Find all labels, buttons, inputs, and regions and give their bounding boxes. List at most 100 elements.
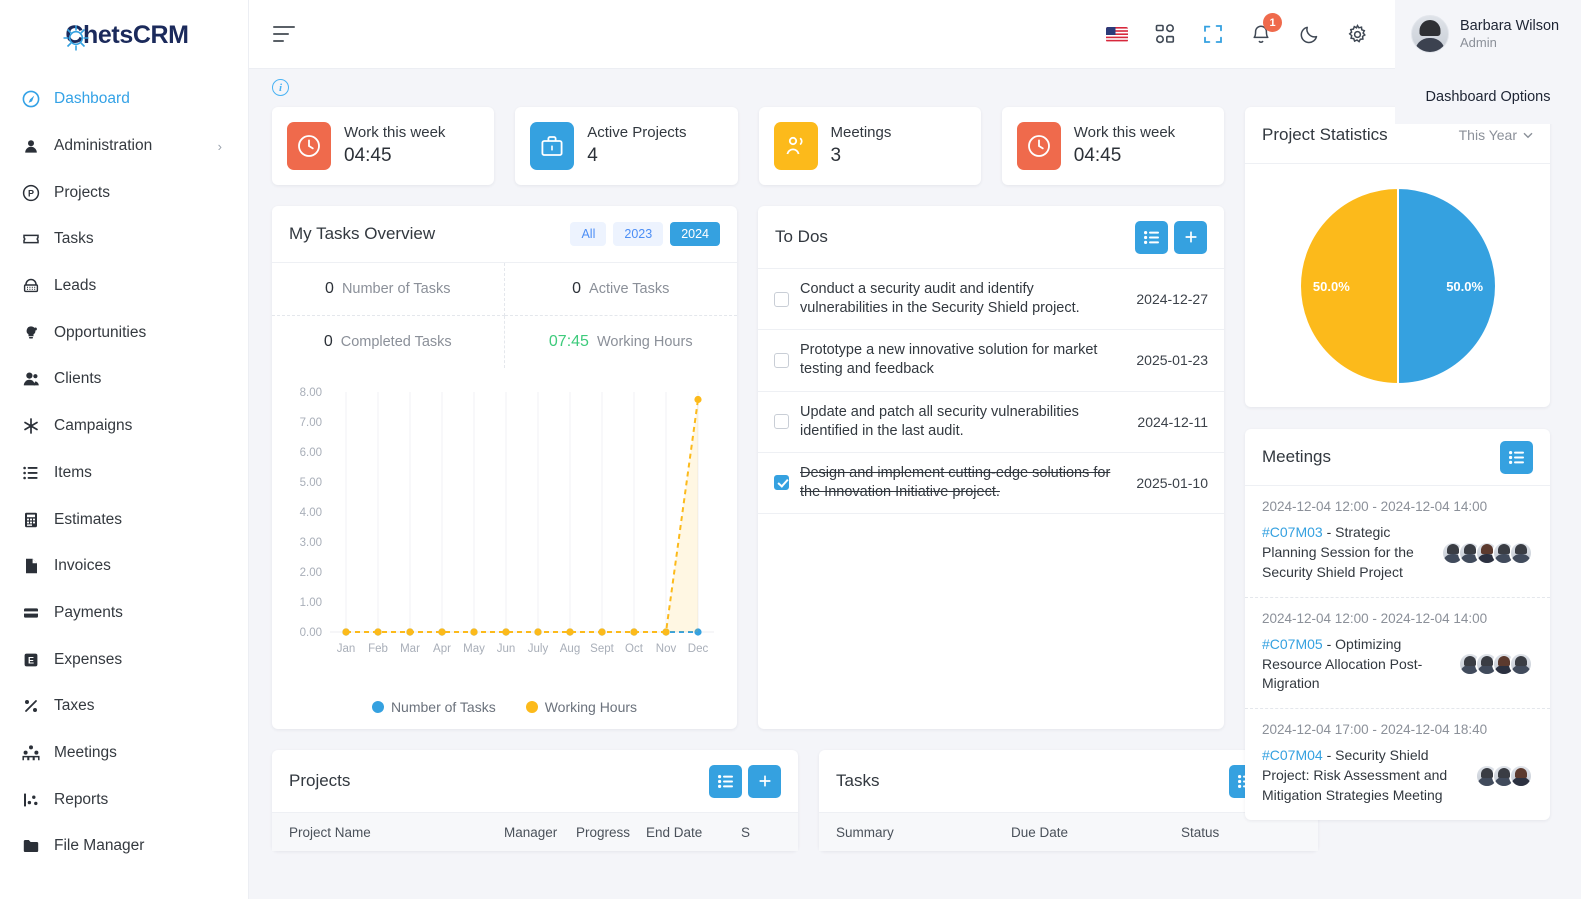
legend-label: Working Hours bbox=[544, 699, 638, 715]
svg-text:Nov: Nov bbox=[656, 643, 677, 655]
dark-mode-moon-icon[interactable] bbox=[1297, 22, 1321, 46]
apps-grid-icon[interactable] bbox=[1153, 22, 1177, 46]
sidebar-item-taxes[interactable]: Taxes bbox=[0, 683, 248, 730]
attendee-avatar bbox=[1509, 764, 1533, 789]
column-header: Due Date bbox=[1011, 824, 1069, 840]
todo-checkbox[interactable] bbox=[774, 352, 789, 368]
plus-icon bbox=[1185, 231, 1196, 243]
svg-text:6.00: 6.00 bbox=[300, 447, 322, 459]
meeting-code[interactable]: #C07M05 bbox=[1262, 636, 1323, 652]
meeting-code[interactable]: #C07M04 bbox=[1262, 747, 1323, 763]
sidebar-item-expenses[interactable]: E Expenses bbox=[0, 636, 248, 683]
sidebar-item-campaigns[interactable]: Campaigns bbox=[0, 403, 248, 450]
todo-text: Update and patch all security vulnerabil… bbox=[800, 403, 1079, 439]
sidebar-item-items[interactable]: Items bbox=[0, 450, 248, 497]
sidebar-item-projects[interactable]: P Projects bbox=[0, 169, 248, 216]
meeting-item[interactable]: 2024-12-04 12:00 - 2024-12-04 14:00 #C07M… bbox=[1245, 598, 1550, 710]
fullscreen-icon[interactable] bbox=[1201, 22, 1225, 46]
meeting-code[interactable]: #C07M03 bbox=[1262, 524, 1323, 540]
sidebar-item-reports[interactable]: Reports bbox=[0, 776, 248, 823]
sidebar-item-label: Reports bbox=[54, 790, 109, 808]
meeting-item[interactable]: 2024-12-04 17:00 - 2024-12-04 18:40 #C07M… bbox=[1245, 709, 1550, 820]
year-tab-2024[interactable]: 2024 bbox=[670, 222, 720, 246]
dashboard-options-button[interactable]: Dashboard Options bbox=[1395, 69, 1581, 124]
sidebar-item-administration[interactable]: Administration › bbox=[0, 123, 248, 170]
hamburger-icon[interactable] bbox=[273, 19, 303, 49]
todos-buttons bbox=[1135, 220, 1207, 254]
svg-text:May: May bbox=[463, 643, 485, 655]
attendee-avatar bbox=[1509, 540, 1533, 565]
year-tab-all[interactable]: All bbox=[570, 222, 607, 246]
legend-item-0[interactable]: Number of Tasks bbox=[371, 699, 496, 715]
stat-card-3[interactable]: Work this week 04:45 bbox=[1001, 107, 1224, 185]
stat-cards-row: Work this week 04:45 Active Projects 4 Meeti… bbox=[272, 107, 1224, 185]
projects-add-button[interactable] bbox=[748, 764, 781, 798]
chart-icon bbox=[22, 791, 48, 809]
todo-checkbox[interactable] bbox=[774, 475, 789, 491]
svg-text:0.00: 0.00 bbox=[300, 627, 322, 639]
left-column: Work this week 04:45 Active Projects 4 Meeti… bbox=[272, 107, 1318, 851]
todo-item[interactable]: Conduct a security audit and identify vu… bbox=[758, 269, 1224, 331]
meetings-title: Meetings bbox=[1262, 447, 1331, 466]
project-statistics-pie: 50.0% 50.0% bbox=[1245, 164, 1550, 407]
people-icon bbox=[773, 122, 818, 170]
overview-cell-1: 0 Active Tasks bbox=[504, 263, 737, 316]
sidebar-item-opportunities[interactable]: Opportunities bbox=[0, 309, 248, 356]
sidebar-item-file-manager[interactable]: File Manager bbox=[0, 823, 248, 870]
todo-item[interactable]: Design and implement cutting-edge soluti… bbox=[758, 453, 1224, 514]
meeting-item[interactable]: 2024-12-04 12:00 - 2024-12-04 14:00 #C07M… bbox=[1245, 486, 1550, 598]
sidebar-item-payments[interactable]: Payments bbox=[0, 590, 248, 637]
stat-card-0[interactable]: Work this week 04:45 bbox=[272, 107, 495, 185]
overview-label: Active Tasks bbox=[589, 280, 670, 297]
legend-dot-icon bbox=[371, 701, 384, 713]
stat-card-1[interactable]: Active Projects 4 bbox=[515, 107, 738, 185]
svg-text:3.00: 3.00 bbox=[300, 537, 322, 549]
todo-checkbox[interactable] bbox=[774, 291, 789, 307]
meetings-list-view-button[interactable] bbox=[1500, 440, 1533, 474]
language-flag-us[interactable] bbox=[1105, 22, 1129, 46]
user-role: Admin bbox=[1460, 34, 1497, 50]
svg-text:5.00: 5.00 bbox=[300, 477, 322, 489]
main-area: 1 Barbara Wilson Admin i Dashboard Optio… bbox=[249, 0, 1581, 899]
meeting-time: 2024-12-04 12:00 - 2024-12-04 14:00 bbox=[1262, 610, 1488, 626]
legend-item-1[interactable]: Working Hours bbox=[525, 699, 638, 715]
user-profile-menu[interactable]: Barbara Wilson Admin bbox=[1395, 0, 1581, 69]
folder-icon bbox=[22, 837, 48, 855]
tasks-overview-card: My Tasks Overview All 2023 2024 0 Number of… bbox=[272, 206, 737, 729]
meeting-body: #C07M04 - Security Shield Project: Risk … bbox=[1262, 746, 1533, 806]
info-icon[interactable]: i bbox=[272, 79, 289, 96]
svg-text:8.00: 8.00 bbox=[300, 387, 322, 399]
projects-title: Projects bbox=[289, 771, 351, 790]
sidebar-item-label: Clients bbox=[54, 370, 102, 388]
sidebar-item-clients[interactable]: Clients bbox=[0, 356, 248, 403]
attendee-avatar bbox=[1509, 652, 1533, 677]
sidebar-item-invoices[interactable]: Invoices bbox=[0, 543, 248, 590]
todo-item[interactable]: Update and patch all security vulnerabil… bbox=[758, 392, 1224, 453]
sidebar-item-leads[interactable]: Leads bbox=[0, 263, 248, 310]
clock-icon bbox=[1016, 122, 1061, 170]
todo-list-view-button[interactable] bbox=[1135, 220, 1168, 254]
todo-item[interactable]: Prototype a new innovative solution for … bbox=[758, 330, 1224, 392]
settings-gear-icon[interactable] bbox=[1345, 22, 1369, 46]
notification-bell-icon[interactable]: 1 bbox=[1249, 13, 1282, 46]
project-statistics-title: Project Statistics bbox=[1262, 125, 1388, 144]
overview-cell-3: 07:45 Working Hours bbox=[505, 316, 738, 369]
svg-text:Mar: Mar bbox=[400, 643, 420, 655]
app-logo[interactable]: ChetsCRM bbox=[0, 0, 248, 70]
sidebar-item-dashboard[interactable]: Dashboard bbox=[0, 76, 248, 123]
project-statistics-filter[interactable]: This Year bbox=[1459, 127, 1533, 143]
sidebar-item-estimates[interactable]: Estimates bbox=[0, 496, 248, 543]
projects-list-view-button[interactable] bbox=[709, 764, 742, 798]
sidebar-item-label: Projects bbox=[54, 183, 110, 201]
stat-card-2[interactable]: Meetings 3 bbox=[758, 107, 981, 185]
todo-checkbox[interactable] bbox=[774, 414, 789, 430]
sidebar-item-tasks[interactable]: Tasks bbox=[0, 216, 248, 263]
todo-add-button[interactable] bbox=[1174, 220, 1207, 254]
list-icon bbox=[718, 774, 733, 788]
sidebar-item-label: Leads bbox=[54, 277, 97, 295]
meeting-time: 2024-12-04 12:00 - 2024-12-04 14:00 bbox=[1262, 499, 1488, 514]
attendee-stack bbox=[1441, 540, 1533, 565]
year-tab-2023[interactable]: 2023 bbox=[613, 222, 664, 246]
sidebar-item-meetings[interactable]: Meetings bbox=[0, 730, 248, 777]
asterisk-icon bbox=[22, 417, 48, 435]
